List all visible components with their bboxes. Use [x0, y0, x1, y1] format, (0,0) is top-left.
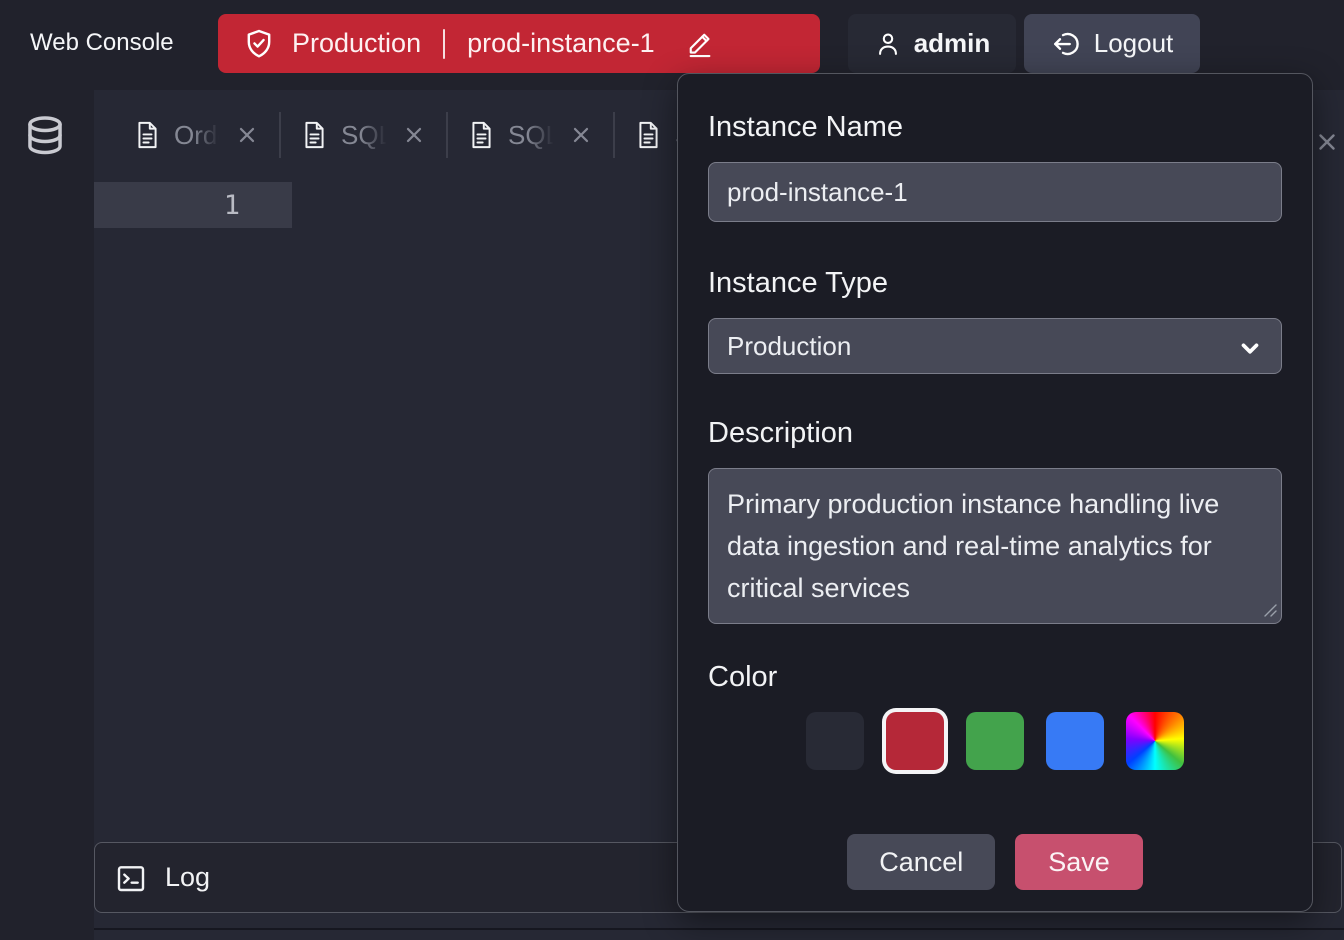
user-chip[interactable]: admin: [848, 14, 1016, 73]
color-swatch-red[interactable]: [886, 712, 944, 770]
terminal-icon: [115, 862, 147, 894]
file-icon: [635, 120, 662, 150]
instance-name-badge-label: prod-instance-1: [467, 28, 655, 59]
instance-name-label: Instance Name: [708, 110, 1282, 144]
user-name: admin: [914, 28, 991, 59]
instance-settings-modal: Instance Name Instance Type Production D…: [677, 73, 1313, 912]
instance-name-input[interactable]: [708, 162, 1282, 222]
tab-close-icon[interactable]: [235, 123, 259, 147]
tab-separator: [613, 112, 615, 158]
modal-button-row: Cancel Save: [708, 834, 1282, 890]
logout-label: Logout: [1094, 28, 1174, 59]
tab-separator: [446, 112, 448, 158]
color-swatch-blue[interactable]: [1046, 712, 1104, 770]
description-textarea[interactable]: Primary production instance handling liv…: [708, 468, 1282, 624]
edit-instance-icon[interactable]: [685, 29, 715, 59]
color-swatch-row: [708, 712, 1282, 770]
database-icon[interactable]: [23, 112, 67, 164]
line-number: 1: [224, 190, 240, 221]
instance-type-label: Instance Type: [708, 266, 1282, 300]
tab-close-icon[interactable]: [569, 123, 593, 147]
tab-file-1[interactable]: Order: [118, 120, 275, 151]
tab-bar: Order SQL SQL: [118, 90, 739, 180]
logout-button[interactable]: Logout: [1024, 14, 1200, 73]
color-swatch-green[interactable]: [966, 712, 1024, 770]
tab-file-2[interactable]: SQL: [285, 120, 442, 151]
tab-separator: [279, 112, 281, 158]
tab-close-icon[interactable]: [402, 123, 426, 147]
badge-divider: [443, 29, 445, 59]
tab-label: Order: [174, 120, 222, 151]
color-swatch-rainbow[interactable]: [1126, 712, 1184, 770]
app-title: Web Console: [30, 29, 174, 57]
color-label: Color: [708, 660, 1282, 694]
sidebar: [0, 90, 94, 940]
shield-check-icon: [242, 27, 276, 61]
cancel-button[interactable]: Cancel: [847, 834, 995, 890]
chevron-down-icon: [1237, 335, 1263, 361]
file-icon: [468, 120, 495, 150]
instance-type-value: Production: [727, 331, 851, 362]
instance-type-badge-label: Production: [292, 28, 421, 59]
file-icon: [301, 120, 328, 150]
instance-type-select[interactable]: Production: [708, 318, 1282, 374]
tab-label: SQL: [508, 120, 556, 151]
tab-label: SQL: [341, 120, 389, 151]
save-button[interactable]: Save: [1015, 834, 1143, 890]
bottom-divider: [94, 928, 1344, 930]
color-swatch-default[interactable]: [806, 712, 864, 770]
tab-file-3[interactable]: SQL: [452, 120, 609, 151]
log-label: Log: [165, 862, 210, 893]
resize-grip-icon[interactable]: [1262, 602, 1278, 618]
tab-close-icon-far-right[interactable]: [1314, 129, 1340, 155]
logout-icon: [1051, 29, 1081, 59]
editor-active-line-gutter[interactable]: 1: [94, 182, 292, 228]
file-icon: [134, 120, 161, 150]
instance-badge[interactable]: Production prod-instance-1: [218, 14, 820, 73]
user-icon: [874, 30, 902, 58]
description-label: Description: [708, 416, 1282, 450]
